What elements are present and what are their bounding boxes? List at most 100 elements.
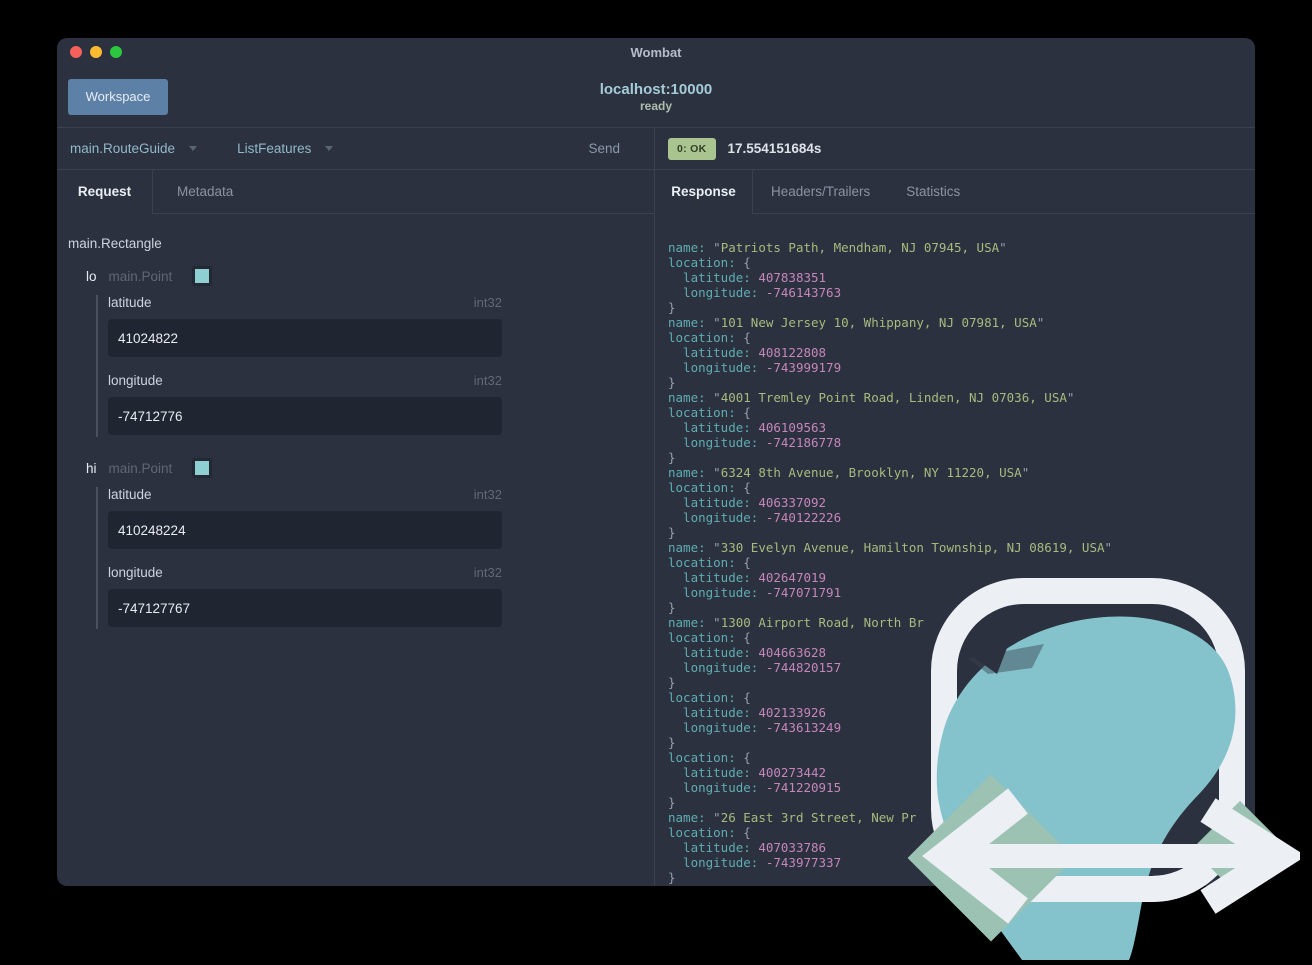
response-line: latitude: 400273442 [668,765,827,780]
window-title: Wombat [630,44,682,60]
response-line: name: "Patriots Path, Mendham, NJ 07945,… [668,240,1007,255]
connect-bar: Workspace localhost:10000 ready [57,66,1255,128]
tab-metadata[interactable]: Metadata [153,170,257,213]
traffic-lights [70,38,122,66]
response-line: } [668,525,676,540]
tab-headers-trailers[interactable]: Headers/Trailers [753,170,888,213]
response-panel: 0: OK 17.554151684s Response Headers/Tra… [655,128,1255,885]
nested-field-group: latitude int32 longitude int32 [96,487,502,629]
response-tabs: Response Headers/Trailers Statistics [655,170,1255,214]
scalar-field-type: int32 [473,295,502,310]
minimize-window-button[interactable] [90,46,102,58]
method-select[interactable]: ListFeatures [237,141,334,156]
close-window-button[interactable] [70,46,82,58]
chevron-down-icon [189,146,198,151]
call-duration: 17.554151684s [727,141,822,156]
server-address: localhost:10000 [599,80,713,98]
checkbox-check-icon [195,269,210,283]
response-line: longitude: -743613249 [668,720,842,735]
lo-longitude-input[interactable] [108,397,502,435]
request-tabs: Request Metadata [57,170,654,214]
response-line: location: { [668,255,751,270]
response-line: longitude: -746143763 [668,285,842,300]
workspace-button[interactable]: Workspace [68,78,168,115]
hi-longitude-input[interactable] [108,589,502,627]
scalar-field-label-row: longitude int32 [108,373,502,389]
field-type: main.Point [108,268,173,284]
message-type-label: main.Rectangle [68,236,162,251]
server-info: localhost:10000 ready [57,81,1255,113]
scalar-field-label-row: longitude int32 [108,565,502,581]
response-line: latitude: 402133926 [668,705,827,720]
response-line: location: { [668,330,751,345]
response-line: location: { [668,405,751,420]
response-line: latitude: 402647019 [668,570,827,585]
request-panel: main.RouteGuide ListFeatures Send Reques… [57,128,655,885]
response-line: location: { [668,555,751,570]
request-form: main.Rectangle lo main.Point latitude int32… [57,214,654,885]
scalar-field-label: longitude [108,373,163,388]
response-line: } [668,600,676,615]
response-line: latitude: 407033786 [668,840,827,855]
response-line: location: { [668,825,751,840]
response-line: longitude: -744820157 [668,660,842,675]
method-bar: main.RouteGuide ListFeatures Send [57,128,654,170]
response-line: } [668,450,676,465]
nested-field-group: latitude int32 longitude int32 [96,295,502,437]
response-line: } [668,375,676,390]
response-line: location: { [668,630,751,645]
response-line: longitude: -740122226 [668,510,842,525]
tab-request[interactable]: Request [57,170,153,214]
message-field-header: hi main.Point [86,457,643,479]
response-line: location: { [668,690,751,705]
response-line: location: { [668,750,751,765]
app-window: Wombat Workspace localhost:10000 ready m… [57,38,1255,886]
scalar-field-label-row: latitude int32 [108,295,502,311]
chevron-down-icon [325,146,334,151]
response-line: } [668,675,676,690]
response-line: name: "101 New Jersey 10, Whippany, NJ 0… [668,315,1045,330]
tab-statistics[interactable]: Statistics [888,170,978,213]
response-line: } [668,300,676,315]
response-line: name: "330 Evelyn Avenue, Hamilton Towns… [668,540,1113,555]
response-line: longitude: -747071791 [668,585,842,600]
response-line: name: "4001 Tremley Point Road, Linden, … [668,390,1075,405]
send-button[interactable]: Send [588,141,620,156]
response-line: latitude: 406109563 [668,420,827,435]
response-line: location: { [668,480,751,495]
response-line: latitude: 408122808 [668,345,827,360]
zoom-window-button[interactable] [110,46,122,58]
response-line: name: "1300 Airport Road, North Br [668,615,924,630]
field-enabled-checkbox[interactable] [192,458,213,478]
titlebar: Wombat [57,38,1255,66]
scalar-field-type: int32 [473,487,502,502]
field-name: lo [86,268,97,284]
method-select-label: ListFeatures [237,141,312,156]
hi-latitude-input[interactable] [108,511,502,549]
response-log[interactable]: name: "Patriots Path, Mendham, NJ 07945,… [655,214,1255,885]
response-line: longitude: -743999179 [668,360,842,375]
response-line: longitude: -742186778 [668,435,842,450]
lo-latitude-input[interactable] [108,319,502,357]
scalar-field-label-row: latitude int32 [108,487,502,503]
response-line: } [668,795,676,810]
scalar-field-label: longitude [108,565,163,580]
scalar-field-label: latitude [108,487,152,502]
field-name: hi [86,460,97,476]
connection-status: ready [639,98,673,113]
response-line: } [668,735,676,750]
tab-response[interactable]: Response [655,170,753,214]
response-line: latitude: 407838351 [668,270,827,285]
scalar-field-label: latitude [108,295,152,310]
response-line: } [668,870,676,885]
response-line: latitude: 406337092 [668,495,827,510]
status-badge: 0: OK [668,137,716,160]
response-line: name: "6324 8th Avenue, Brooklyn, NY 112… [668,465,1030,480]
status-bar: 0: OK 17.554151684s [655,128,1255,170]
field-type: main.Point [108,460,173,476]
response-line: longitude: -743977337 [668,855,842,870]
response-line: name: "26 East 3rd Street, New Pr [668,810,917,825]
main-area: main.RouteGuide ListFeatures Send Reques… [57,128,1255,885]
field-enabled-checkbox[interactable] [192,266,213,286]
service-select[interactable]: main.RouteGuide [70,141,198,156]
